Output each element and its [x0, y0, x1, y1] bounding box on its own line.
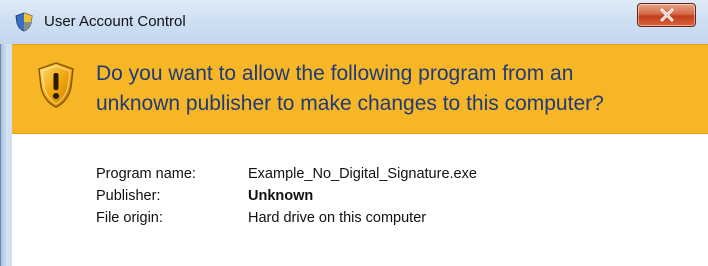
program-details: Program name: Example_No_Digital_Signatu…: [96, 163, 477, 229]
detail-row-publisher: Publisher: Unknown: [96, 185, 477, 207]
program-name-label: Program name:: [96, 166, 196, 182]
window-title: User Account Control: [44, 13, 186, 30]
warning-shield-icon: [36, 61, 76, 109]
headline-line-2: unknown publisher to make changes to thi…: [96, 92, 604, 115]
headline-line-1: Do you want to allow the following progr…: [96, 62, 574, 85]
detail-row-program-name: Program name: Example_No_Digital_Signatu…: [96, 163, 477, 185]
title-bar[interactable]: User Account Control: [0, 0, 708, 44]
file-origin-label: File origin:: [96, 210, 163, 226]
close-button[interactable]: [637, 3, 696, 27]
prompt-headline: Do you want to allow the following progr…: [96, 59, 706, 119]
detail-row-file-origin: File origin: Hard drive on this computer: [96, 207, 477, 229]
warning-banner: Do you want to allow the following progr…: [12, 44, 708, 134]
uac-dialog: User Account Control Do you want to allo…: [0, 0, 708, 266]
program-name-value: Example_No_Digital_Signature.exe: [248, 166, 477, 182]
publisher-label: Publisher:: [96, 188, 161, 204]
details-panel: Program name: Example_No_Digital_Signatu…: [12, 134, 708, 266]
uac-shield-icon: [14, 12, 34, 32]
close-icon: [660, 8, 674, 22]
publisher-value: Unknown: [248, 188, 314, 204]
file-origin-value: Hard drive on this computer: [248, 210, 427, 226]
